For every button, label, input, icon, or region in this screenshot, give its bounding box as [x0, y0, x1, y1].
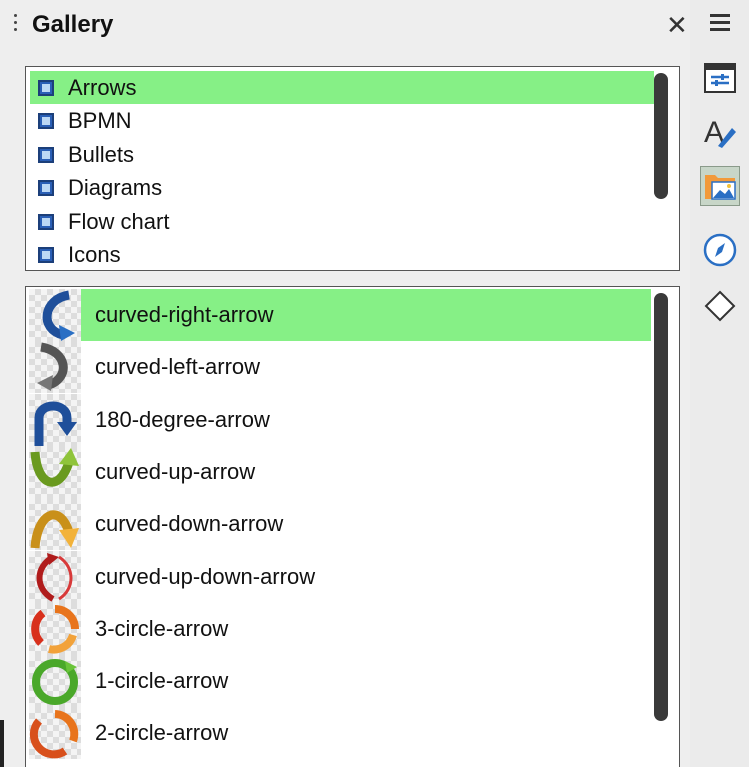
- gallery-item-label: curved-up-arrow: [95, 458, 256, 484]
- gallery-item-label: curved-left-arrow: [95, 354, 261, 380]
- theme-image-icon: [38, 180, 54, 196]
- theme-label: Bullets: [68, 141, 135, 167]
- close-icon[interactable]: ✕: [666, 10, 688, 40]
- sidebar-button-gallery[interactable]: [700, 166, 740, 206]
- theme-list-item[interactable]: Bullets: [30, 138, 654, 171]
- gallery-item[interactable]: 180-degree-arrow: [29, 393, 651, 446]
- theme-image-icon: [38, 146, 54, 163]
- theme-label: Icons: [68, 242, 121, 267]
- theme-image-icon: [38, 213, 54, 230]
- gallery-item[interactable]: curved-left-arrow: [29, 341, 651, 394]
- theme-image-icon: [38, 247, 54, 263]
- sidebar-button-navigator[interactable]: [700, 230, 740, 270]
- window-edge: [0, 720, 4, 767]
- sidebar-button-shapes[interactable]: [700, 286, 740, 326]
- gallery-item[interactable]: curved-right-arrow: [29, 289, 651, 341]
- theme-list-item[interactable]: BPMN: [30, 105, 654, 138]
- panel-titlebar: Gallery ✕: [0, 0, 690, 54]
- gallery-item-label: 3-circle-arrow: [95, 615, 229, 641]
- gallery-item[interactable]: curved-up-arrow: [29, 445, 651, 498]
- theme-list-item[interactable]: Icons: [30, 239, 654, 271]
- gallery-icon: [705, 175, 736, 200]
- curved-right-arrow-icon: [29, 289, 81, 341]
- theme-label: BPMN: [68, 108, 132, 133]
- gallery-item[interactable]: curved-down-arrow: [29, 498, 651, 551]
- 3-circle-arrow-icon: [29, 602, 81, 655]
- gallery-item-label: 180-degree-arrow: [95, 406, 270, 432]
- gallery-panel: Gallery ✕ Arrows BPMN Bullets Diagrams Flow …: [0, 0, 690, 767]
- curved-up-arrow-icon: [29, 445, 81, 498]
- properties-icon: [704, 63, 736, 93]
- sidebar-button-properties[interactable]: [700, 58, 740, 98]
- theme-label: Diagrams: [68, 175, 163, 200]
- shapes-icon: [704, 290, 736, 322]
- 180-degree-arrow-icon: [29, 393, 81, 446]
- theme-list[interactable]: Arrows BPMN Bullets Diagrams Flow chart Icons: [25, 66, 680, 271]
- gallery-item[interactable]: curved-up-down-arrow: [29, 550, 651, 603]
- gallery-item[interactable]: 1-circle-arrow: [29, 655, 651, 708]
- theme-label: Flow chart: [68, 208, 170, 234]
- sidebar-button-styles[interactable]: A: [700, 112, 740, 152]
- theme-list-item[interactable]: Arrows: [30, 71, 654, 104]
- items-scrollbar[interactable]: [654, 293, 668, 721]
- theme-list-item[interactable]: Diagrams: [30, 172, 654, 205]
- theme-image-icon: [38, 113, 54, 129]
- curved-left-arrow-icon: [29, 341, 81, 394]
- navigator-icon: [703, 233, 737, 267]
- gallery-item-label: curved-up-down-arrow: [95, 563, 316, 589]
- theme-image-icon: [38, 79, 54, 96]
- sidebar-deck: A: [692, 0, 749, 767]
- 1-circle-arrow-icon: [29, 655, 81, 708]
- gallery-items-list[interactable]: curved-right-arrow curved-left-arrow 180-d…: [25, 286, 680, 767]
- 2-circle-arrow-icon: [29, 707, 81, 760]
- sidebar-menu-icon[interactable]: [710, 14, 730, 35]
- panel-title: Gallery: [32, 11, 114, 38]
- gallery-item[interactable]: 2-circle-arrow: [29, 707, 651, 760]
- gallery-item[interactable]: 3-circle-arrow: [29, 602, 651, 655]
- gallery-item-label: curved-right-arrow: [95, 302, 274, 327]
- theme-label: Arrows: [68, 74, 137, 100]
- theme-list-item[interactable]: Flow chart: [30, 205, 654, 238]
- gallery-item-label: curved-down-arrow: [95, 511, 284, 537]
- gallery-item-label: 2-circle-arrow: [95, 720, 229, 746]
- grip-icon[interactable]: [14, 14, 18, 40]
- styles-icon: A: [704, 116, 736, 149]
- curved-down-arrow-icon: [29, 498, 81, 551]
- gallery-item-label: 1-circle-arrow: [95, 668, 229, 694]
- curved-up-down-arrow-icon: [29, 550, 81, 603]
- theme-list-scrollbar[interactable]: [654, 73, 668, 199]
